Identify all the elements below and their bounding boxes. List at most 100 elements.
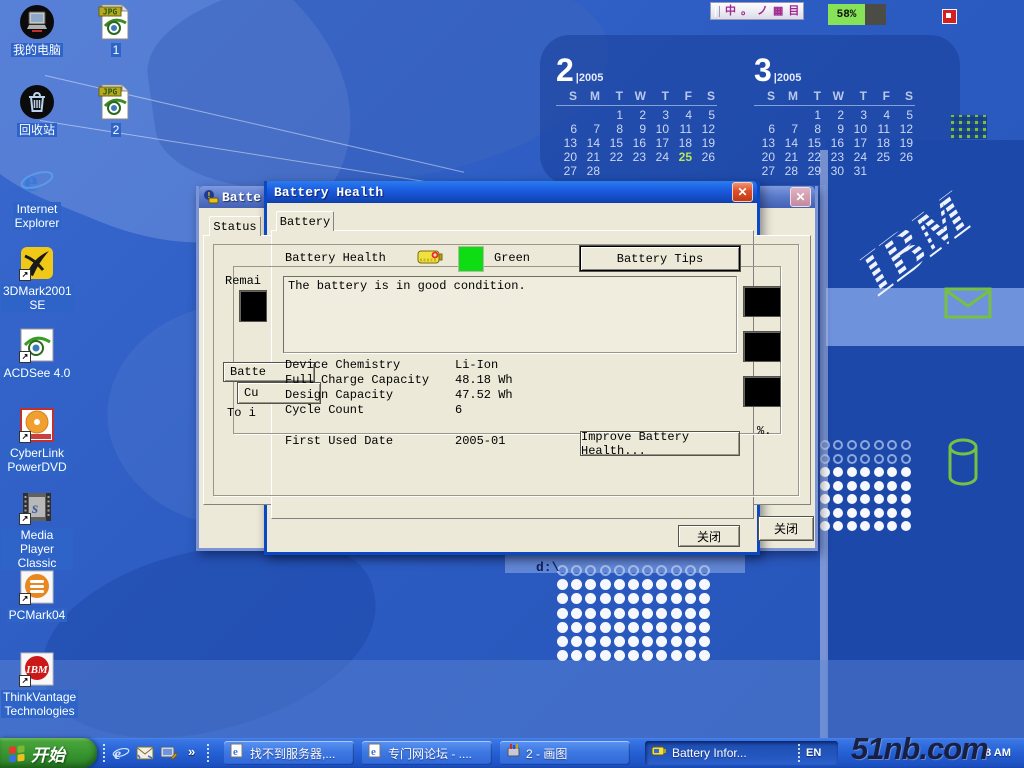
calendar-day-header: T [648, 89, 671, 106]
shortcut-arrow-icon: ↗ [19, 431, 31, 443]
wallpaper-dot [847, 454, 857, 464]
wallpaper-dot [628, 650, 639, 661]
wallpaper-dot [614, 608, 625, 619]
wallpaper-dot [571, 608, 582, 619]
wallpaper-dot [671, 608, 682, 619]
desktop-icon-jpg-1[interactable]: JPG1 [92, 3, 140, 59]
quicklaunch-overflow-chevron[interactable]: » [188, 744, 195, 759]
battery-tips-button[interactable]: Battery Tips [580, 246, 740, 271]
quicklaunch-mail-icon[interactable] [134, 742, 156, 764]
close-icon[interactable]: ✕ [790, 187, 811, 207]
task-button-label: 找不到服务器,... [250, 745, 335, 762]
calendar-day: 4 [869, 108, 892, 122]
task-button-3[interactable]: 2 - 画图 [500, 741, 630, 765]
wallpaper-dot [847, 481, 857, 491]
wallpaper-dot [820, 440, 830, 450]
taskbar-grip[interactable] [206, 743, 210, 763]
desktop-icon-jpg-2[interactable]: JPG2 [92, 83, 140, 139]
calendar-day: 8 [602, 122, 625, 136]
desktop-icon-3dmark2001-se[interactable]: ↗3DMark2001 SE [1, 244, 73, 314]
calendar-day [892, 164, 915, 178]
desktop-icon-acdsee[interactable]: ↗ACDSee 4.0 [1, 326, 73, 382]
tab-status[interactable]: Status [209, 216, 261, 236]
close-button[interactable]: 关闭 [678, 525, 740, 547]
close-button[interactable]: 关闭 [758, 516, 814, 541]
desktop-icon-my-computer[interactable]: 我的电脑 [1, 3, 73, 59]
wallpaper-dot [671, 579, 682, 590]
wallpaper-dot [833, 481, 843, 491]
quicklaunch-show-desktop-icon[interactable] [158, 742, 180, 764]
calendar-day [648, 164, 671, 178]
desktop-icon-internet-explorer[interactable]: eInternet Explorer [1, 162, 73, 232]
wallpaper-dot [847, 508, 857, 518]
wallpaper-dot [642, 650, 653, 661]
calendar-day: 16 [625, 136, 648, 150]
wallpaper-dot [887, 481, 897, 491]
ime-icon[interactable]: 。 [741, 6, 752, 17]
ime-grip[interactable] [715, 6, 720, 17]
wallpaper-dot [860, 454, 870, 464]
desktop-icon-recycle-bin[interactable]: 回收站 [1, 83, 73, 139]
task-button-1[interactable]: e找不到服务器,... [224, 741, 354, 765]
ime-icon[interactable]: 目 [788, 6, 799, 17]
my-computer-icon [19, 3, 55, 41]
watermark-51nb: 51nb.com [851, 731, 988, 767]
wallpaper-dot [887, 508, 897, 518]
calendar-day: 7 [579, 122, 602, 136]
wallpaper-dot [699, 650, 710, 661]
wallpaper-dot [600, 636, 611, 647]
wallpaper-dot [557, 593, 568, 604]
wallpaper-dot [860, 521, 870, 531]
quicklaunch-grip[interactable] [102, 743, 106, 763]
close-icon[interactable]: ✕ [732, 182, 753, 202]
calendar-grid: SMTWTFS123456789101112131415161718192021… [754, 89, 916, 178]
wallpaper-dot [628, 636, 639, 647]
wallpaper-dot [628, 622, 639, 633]
detail-label: Cycle Count [285, 403, 364, 417]
calendar-day: 8 [800, 122, 823, 136]
language-indicator[interactable]: EN [806, 747, 821, 759]
tab-battery[interactable]: Battery [276, 211, 334, 231]
task-button-2[interactable]: e专门网论坛 - .... [362, 741, 492, 765]
ime-icon[interactable]: 中 [725, 6, 736, 17]
task-button-label: 专门网论坛 - .... [388, 745, 472, 762]
desktop-icon-label: ThinkVantage Technologies [1, 690, 78, 718]
battery-health-label: Battery Health [285, 251, 386, 265]
calendar-day-header: F [671, 89, 694, 106]
wallpaper-dot [833, 440, 843, 450]
calendar-day: 1 [602, 108, 625, 122]
calendar-day: 12 [694, 122, 717, 136]
calendar-day: 20 [556, 150, 579, 164]
calendar-day-header: T [846, 89, 869, 106]
calendar-day [777, 108, 800, 122]
ime-language-bar[interactable]: 中。ノ ▦ 目 [710, 2, 804, 20]
tray-battery-meter[interactable]: 58% [828, 4, 886, 25]
wallpaper-dot [847, 440, 857, 450]
improve-battery-health-button[interactable]: Improve Battery Health... [580, 431, 740, 456]
desktop-icon-pcmark04[interactable]: ↗PCMark04 [1, 568, 73, 624]
titlebar[interactable]: Battery Health ✕ [267, 181, 757, 203]
wallpaper-dot [847, 494, 857, 504]
wallpaper-dot [833, 521, 843, 531]
ime-icon[interactable]: ▦ [773, 6, 783, 17]
calendar-day: 11 [671, 122, 694, 136]
desktop-icon-media-player-classic[interactable]: s↗Media Player Classic [1, 488, 73, 572]
shortcut-arrow-icon: ↗ [19, 513, 31, 525]
wallpaper-dot [628, 593, 639, 604]
tray-clock[interactable]: 8 AM [985, 747, 1011, 759]
battery-meter-empty [865, 4, 886, 25]
start-button[interactable]: 开始 [0, 738, 97, 768]
acdsee-icon: ↗ [19, 326, 55, 364]
calendar-day-header: W [823, 89, 846, 106]
calendar-month-3: 3|2005SMTWTFS123456789101112131415161718… [754, 52, 916, 178]
task-button-label: Battery Infor... [672, 746, 747, 760]
calendar-day: 9 [823, 122, 846, 136]
wallpaper-dot [901, 521, 911, 531]
desktop-icon-thinkvantage[interactable]: IBM↗ThinkVantage Technologies [1, 650, 73, 720]
calendar-day: 21 [579, 150, 602, 164]
wallpaper-dot [614, 579, 625, 590]
ime-icon[interactable]: ノ [757, 6, 768, 17]
quicklaunch-ie-icon[interactable]: e [110, 742, 132, 764]
desktop-icon-cyberlink-powerdvd[interactable]: ↗CyberLink PowerDVD [1, 406, 73, 476]
tray-red-icon[interactable] [942, 9, 957, 24]
